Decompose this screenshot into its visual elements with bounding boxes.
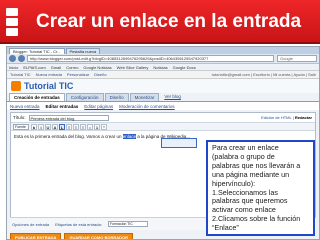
- browser-tab-blogger[interactable]: Blogger: Tutorial TIC - Cr...: [9, 48, 65, 54]
- editor-mode-links: Edición de HTML | Redactar: [261, 115, 312, 120]
- title-label: Título:: [13, 115, 26, 120]
- blog-header: Tutorial TIC: [7, 79, 319, 93]
- forward-icon[interactable]: [18, 55, 25, 62]
- title-row: Título: Primera entrada del blog Edición…: [11, 113, 315, 122]
- bold-button[interactable]: b: [31, 123, 37, 130]
- browser-tab-new[interactable]: Pestaña nueva: [65, 48, 101, 54]
- quote-button[interactable]: ”: [101, 123, 107, 130]
- align-right-button[interactable]: ≡: [80, 123, 86, 130]
- bookmark-item[interactable]: ELPAIS.com: [23, 65, 45, 70]
- bookmark-item[interactable]: Correo: [66, 65, 78, 70]
- font-select[interactable]: Fuente: [13, 123, 29, 130]
- underline-button[interactable]: U: [45, 123, 51, 130]
- dashboard-tabs: Creación de entradas Configuración Diseñ…: [7, 93, 319, 102]
- back-icon[interactable]: [9, 55, 16, 62]
- search-input[interactable]: Google: [277, 55, 317, 62]
- bookmark-item[interactable]: Google Docs: [173, 65, 196, 70]
- url-input[interactable]: http://www.blogger.com/post-edit.g?blogI…: [27, 55, 274, 62]
- bookmark-item[interactable]: Gmail: [51, 65, 61, 70]
- navbar-item[interactable]: Diseño: [94, 72, 106, 77]
- bullet-deco-icon: [6, 6, 22, 38]
- text-color-button[interactable]: A: [52, 123, 58, 130]
- post-options-link[interactable]: Opciones de entrada: [12, 222, 49, 227]
- bookmark-item[interactable]: Web Slice Gallery: [117, 65, 149, 70]
- browser-tab-strip: Blogger: Tutorial TIC - Cr... Pestaña nu…: [7, 47, 319, 54]
- bookmark-item[interactable]: Google Noticias: [83, 65, 111, 70]
- labels-label: Etiquetas de esta entrada:: [55, 221, 102, 227]
- post-title-input[interactable]: Primera entrada del blog: [28, 114, 109, 121]
- post-actions: PUBLICAR ENTRADA GUARDAR COMO BORRADOR: [10, 232, 136, 239]
- slide-title: Crear un enlace en la entrada: [36, 11, 302, 32]
- save-draft-button[interactable]: GUARDAR COMO BORRADOR: [64, 232, 134, 239]
- bullet-list-button[interactable]: •: [87, 123, 93, 130]
- link-button[interactable]: L: [59, 123, 65, 130]
- edit-html-tab[interactable]: Edición de HTML: [261, 115, 292, 120]
- slide-title-bar: Crear un enlace en la entrada: [0, 0, 320, 44]
- align-center-button[interactable]: ≡: [73, 123, 79, 130]
- posting-subtabs: Nueva entrada Editar entradas Editar pág…: [7, 102, 319, 110]
- bookmark-item[interactable]: Inicio: [9, 65, 18, 70]
- numbered-list-button[interactable]: 1: [94, 123, 100, 130]
- tab-view-blog[interactable]: Ver blog: [160, 93, 185, 101]
- navbar-item[interactable]: Tutorial TIC: [10, 72, 31, 77]
- bookmarks-bar: Inicio ELPAIS.com Gmail Correo Google No…: [7, 64, 319, 71]
- link-popup-box: [161, 138, 197, 148]
- align-left-button[interactable]: ≡: [66, 123, 72, 130]
- subtab-new-post[interactable]: Nueva entrada: [10, 104, 40, 109]
- italic-button[interactable]: i: [38, 123, 44, 130]
- instruction-callout: Para crear un enlace (palabra o grupo de…: [206, 140, 315, 236]
- tab-posting[interactable]: Creación de entradas: [9, 93, 65, 101]
- blogger-navbar: Tutorial TIC Nueva entrada Personalizar …: [7, 71, 319, 79]
- subtab-edit-pages[interactable]: Editar páginas: [84, 104, 113, 109]
- subtab-edit-posts[interactable]: Editar entradas: [46, 104, 79, 109]
- navbar-item[interactable]: Nueva entrada: [36, 72, 62, 77]
- tab-monetize[interactable]: Monetizar: [129, 93, 160, 101]
- blogger-logo-icon: [11, 81, 21, 91]
- tab-settings[interactable]: Configuración: [65, 93, 104, 101]
- editor-toolbar: Fuente b i U A L ≡ ≡ ≡ • 1 ”: [11, 122, 315, 131]
- callout-line: “Enlace”: [212, 223, 239, 233]
- blog-name[interactable]: Tutorial TIC: [24, 81, 73, 91]
- selected-link-text[interactable]: enlace: [122, 134, 136, 139]
- user-info[interactable]: tutorialtic@gmail.com | Escritorio | Mi …: [212, 72, 316, 77]
- tab-design[interactable]: Diseño: [104, 93, 129, 101]
- navbar-item[interactable]: Personalizar: [67, 72, 89, 77]
- subtab-moderation[interactable]: Moderación de comentarios: [119, 104, 175, 109]
- body-text: Esta es la primera entrada del blog. Vam…: [14, 134, 123, 139]
- labels-input[interactable]: Formación TIC: [107, 221, 148, 227]
- publish-button[interactable]: PUBLICAR ENTRADA: [10, 232, 62, 239]
- bookmark-item[interactable]: Noticias: [153, 65, 167, 70]
- compose-tab[interactable]: Redactar: [295, 115, 312, 120]
- address-bar: http://www.blogger.com/post-edit.g?blogI…: [7, 54, 319, 64]
